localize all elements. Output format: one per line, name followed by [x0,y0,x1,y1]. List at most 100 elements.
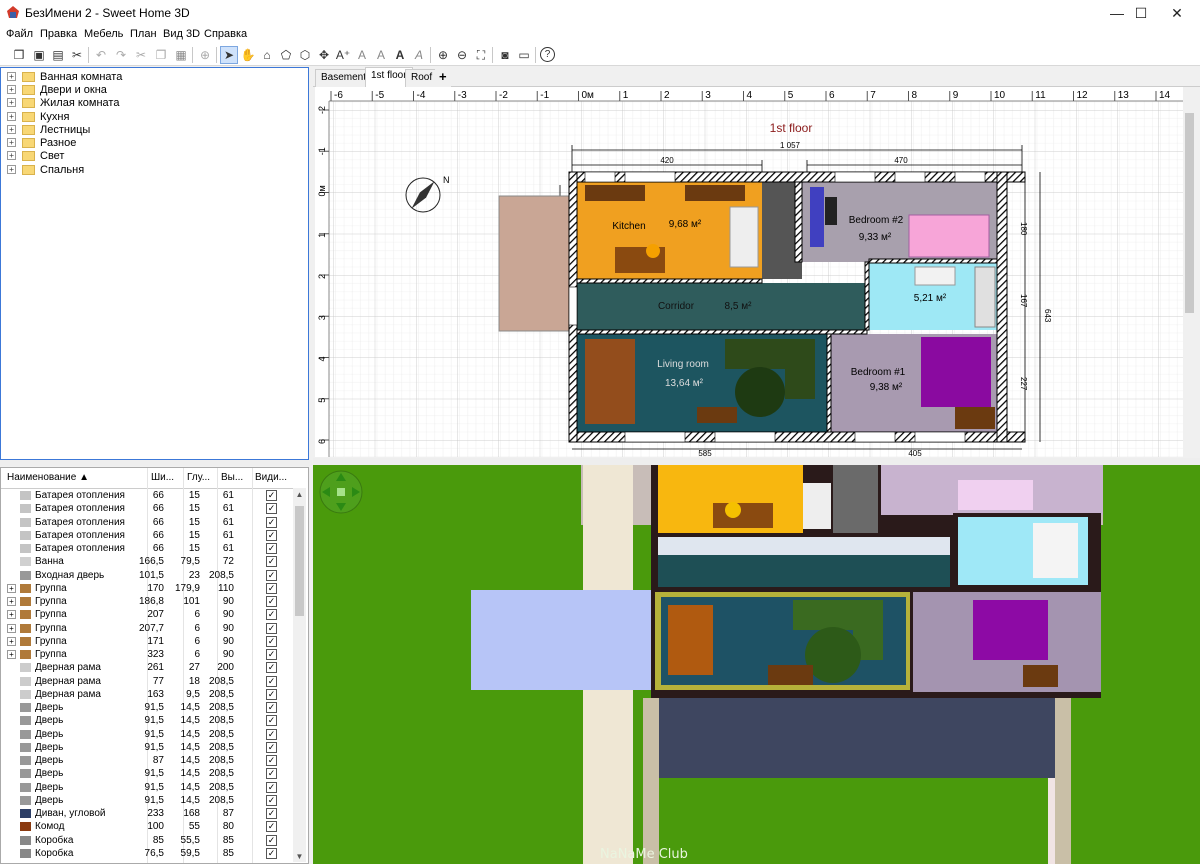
visible-checkbox[interactable]: ✓ [266,635,277,647]
expand-icon[interactable]: + [7,636,16,646]
create-walls-icon[interactable]: ⌂ [258,46,276,64]
catalog-category[interactable]: + Кухня [7,110,69,123]
open-icon[interactable]: ▣ [30,46,48,64]
expand-icon[interactable]: + [7,138,16,147]
visible-checkbox[interactable]: ✓ [266,543,277,554]
col-visible-header[interactable]: Види... [255,472,287,483]
expand-icon[interactable]: + [7,610,16,620]
visible-checkbox[interactable]: ✓ [266,503,277,515]
table-row[interactable]: + Группа 186,8 101 90 ✓ [1,595,294,608]
save-icon[interactable]: ▤ [49,46,67,64]
tab-roof[interactable]: Roof [405,69,439,87]
create-dimensions-icon[interactable]: ✥ [315,46,333,64]
tab-basement[interactable]: Basement [315,69,373,87]
table-row[interactable]: + Группа 207,7 6 90 ✓ [1,622,294,635]
catalog-category[interactable]: + Разное [7,136,76,149]
expand-icon[interactable]: + [7,85,16,94]
create-rooms-icon[interactable]: ⬠ [277,46,295,64]
expand-icon[interactable]: + [7,623,16,633]
expand-icon[interactable]: + [7,650,16,659]
table-row[interactable]: + Группа 170 179,9 110 ✓ [1,582,294,595]
furniture-catalog-tree[interactable]: + Ванная комната + Двери и окна + Жилая ком… [0,67,309,460]
catalog-category[interactable]: + Лестницы [7,123,90,136]
left-splitter[interactable] [0,460,312,466]
visible-checkbox[interactable]: ✓ [266,794,277,806]
visible-checkbox[interactable]: ✓ [266,596,277,607]
add-level-button[interactable]: + [435,69,451,87]
table-row[interactable]: Дверь 91,5 14,5 208,5 ✓ [1,767,294,780]
italic-text-icon[interactable]: A [410,46,428,64]
room-corridor[interactable] [577,283,867,330]
table-row[interactable]: Входная дверь 101,5 23 208,5 ✓ [1,569,294,582]
table-row[interactable]: Дверь 91,5 14,5 208,5 ✓ [1,714,294,727]
visible-checkbox[interactable]: ✓ [266,808,277,819]
bold-text-icon[interactable]: A [391,46,409,64]
3d-navigation-control[interactable] [319,470,363,514]
new-home-icon[interactable]: ❒ [10,46,28,64]
catalog-category[interactable]: + Двери и окна [7,83,107,96]
visible-checkbox[interactable]: ✓ [266,662,277,674]
col-width-header[interactable]: Ши... [151,472,174,483]
visible-checkbox[interactable]: ✓ [266,715,277,727]
preferences-icon[interactable]: ✂ [68,46,86,64]
visible-checkbox[interactable]: ✓ [266,675,277,687]
table-row[interactable]: + Группа 171 6 90 ✓ [1,635,294,648]
furniture-table[interactable]: Наименование ▲ Ши... Глу... Вы... Види..… [0,467,309,864]
zoom-in-icon[interactable]: ⊕ [434,46,452,64]
table-row[interactable]: Дверная рама 261 27 200 ✓ [1,661,294,674]
catalog-category[interactable]: + Спальня [7,163,84,176]
visible-checkbox[interactable]: ✓ [266,781,277,793]
table-row[interactable]: Батарея отопления 66 15 61 ✓ [1,516,294,529]
video-icon[interactable]: ▭ [515,46,533,64]
expand-icon[interactable]: + [7,151,16,160]
paste-icon[interactable]: ▦ [172,46,190,64]
table-row[interactable]: Дверная рама 163 9,5 208,5 ✓ [1,688,294,701]
expand-icon[interactable]: + [7,125,16,134]
right-splitter[interactable] [313,458,1200,465]
decrease-text-icon[interactable]: A [372,46,390,64]
table-row[interactable]: Комод 100 55 80 ✓ [1,820,294,833]
table-row[interactable]: Коробка 76,5 59,5 85 ✓ [1,847,294,860]
table-row[interactable]: Батарея отопления 66 15 61 ✓ [1,529,294,542]
menu-file[interactable]: Файл [6,28,33,40]
visible-checkbox[interactable]: ✓ [266,728,277,740]
increase-text-icon[interactable]: A [353,46,371,64]
visible-checkbox[interactable]: ✓ [266,821,277,833]
expand-icon[interactable]: + [7,72,16,81]
visible-checkbox[interactable]: ✓ [266,755,277,766]
visible-checkbox[interactable]: ✓ [266,569,277,581]
col-height-header[interactable]: Вы... [221,472,243,483]
redo-icon[interactable]: ↷ [112,46,130,64]
create-photo-icon[interactable]: ⛶ [472,46,490,64]
menu-3d-view[interactable]: Вид 3D [163,28,200,40]
visible-checkbox[interactable]: ✓ [266,490,277,501]
camera-icon[interactable]: ◙ [496,46,514,64]
plan-view[interactable]: -6 -5 -4 -3 -2 -1 0м 1 2 3 4 5 6 7 8 9 10 11 12 13 14 -2 -1 0м… [315,87,1183,457]
visible-checkbox[interactable]: ✓ [266,529,277,541]
plan-vertical-scrollbar[interactable] [1183,87,1196,457]
catalog-category[interactable]: + Жилая комната [7,96,119,109]
scroll-thumb[interactable] [1185,113,1194,313]
select-mode-icon[interactable]: ➤ [220,46,238,64]
terrace[interactable] [498,195,570,332]
visible-checkbox[interactable]: ✓ [266,582,277,594]
menu-furniture[interactable]: Мебель [84,28,123,40]
table-row[interactable]: Батарея отопления 66 15 61 ✓ [1,502,294,515]
table-row[interactable]: + Группа 323 6 90 ✓ [1,648,294,661]
visible-checkbox[interactable]: ✓ [266,768,277,780]
visible-checkbox[interactable]: ✓ [266,847,277,859]
view-3d[interactable]: NaNaMe Club [313,465,1200,864]
table-row[interactable]: Батарея отопления 66 15 61 ✓ [1,542,294,555]
table-row[interactable]: Диван, угловой 233 168 87 ✓ [1,807,294,820]
visible-checkbox[interactable]: ✓ [266,556,277,568]
menu-plan[interactable]: План [130,28,157,40]
table-row[interactable]: Дверь 91,5 14,5 208,5 ✓ [1,701,294,714]
menu-help[interactable]: Справка [204,28,247,40]
col-depth-header[interactable]: Глу... [187,472,210,483]
table-row[interactable]: Дверная рама 77 18 208,5 ✓ [1,675,294,688]
visible-checkbox[interactable]: ✓ [266,609,277,621]
expand-icon[interactable]: + [7,583,16,593]
pan-mode-icon[interactable]: ✋ [239,46,257,64]
table-row[interactable]: Дверь 91,5 14,5 208,5 ✓ [1,794,294,807]
create-polylines-icon[interactable]: ⬡ [296,46,314,64]
